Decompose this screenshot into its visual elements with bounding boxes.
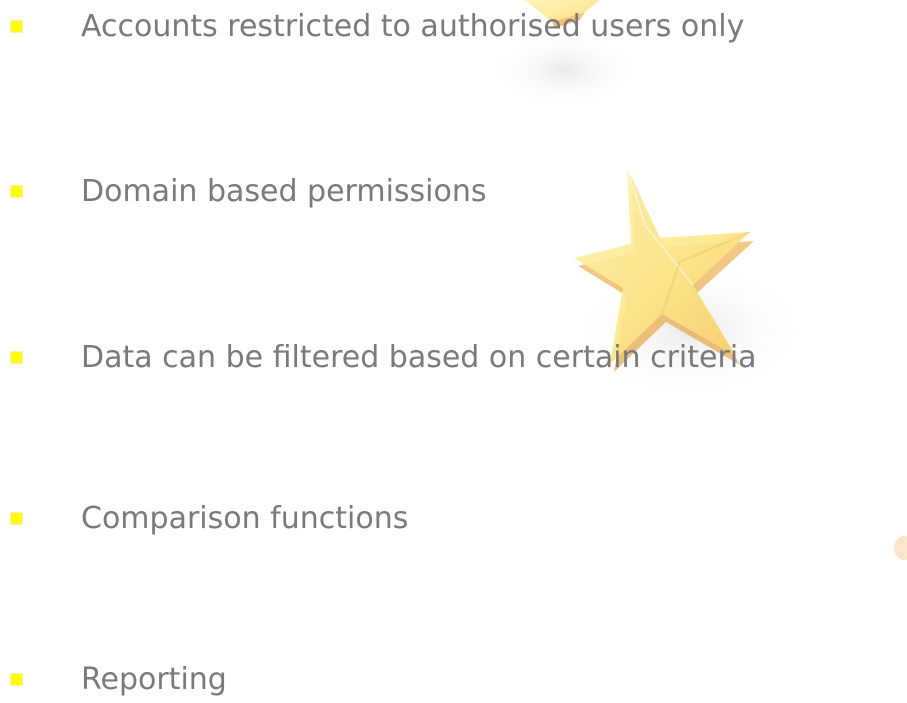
bullet-marker [11, 674, 22, 685]
bullet-text: Reporting [81, 662, 227, 697]
bullet-text: Data can be filtered based on certain cr… [81, 340, 757, 375]
bullet-text: Domain based permissions [81, 174, 487, 209]
bullet-marker [11, 21, 22, 32]
slide: Accounts restricted to authorised users … [0, 0, 907, 703]
bullet-text: Comparison functions [81, 501, 409, 536]
bullet-marker [11, 186, 22, 197]
bullet-text: Accounts restricted to authorised users … [81, 9, 745, 44]
bullet-marker [11, 513, 22, 524]
bullet-marker [11, 352, 22, 363]
bullet-list: Accounts restricted to authorised users … [0, 0, 907, 703]
